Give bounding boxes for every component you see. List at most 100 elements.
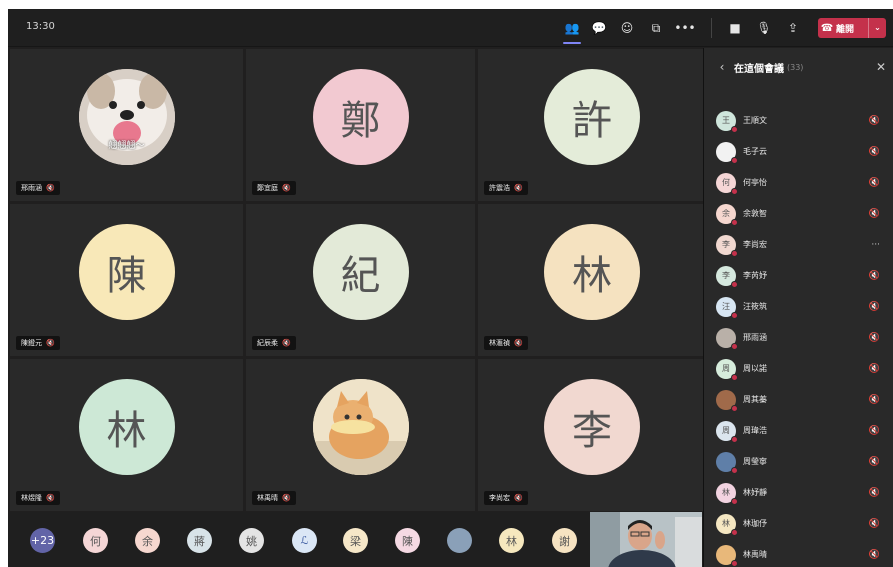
avatar-initial: 林: [506, 534, 517, 548]
share-screen-button[interactable]: ⇪: [782, 17, 804, 39]
presence-badge: [731, 218, 738, 226]
participant-name: 林煜隆: [21, 494, 42, 502]
participant-avatar[interactable]: ℒ: [292, 528, 317, 553]
back-icon[interactable]: ‹: [710, 60, 734, 74]
video-tile[interactable]: 紀紀辰柔 🔇: [246, 204, 475, 356]
more-button[interactable]: •••: [674, 17, 696, 39]
participant-avatar: 何: [716, 172, 738, 195]
participant-name-tag: 林滙禎 🔇: [484, 336, 528, 350]
participant-avatar[interactable]: 梁: [343, 528, 368, 553]
self-video-preview[interactable]: [590, 512, 702, 567]
participant-avatar[interactable]: 陳: [395, 528, 420, 553]
mic-off-icon: 🔇: [868, 270, 880, 281]
participant-name-tag: 許震浩 🔇: [484, 181, 528, 195]
participant-avatar: 林: [78, 379, 175, 475]
mic-off-icon: 🔇: [282, 339, 291, 347]
participant-row[interactable]: 王 王順文 🔇: [704, 105, 893, 136]
participant-avatar: [716, 389, 738, 412]
avatar-initial: 何: [722, 178, 730, 187]
participant-avatar: 陳: [78, 224, 175, 320]
overflow-count: +23: [30, 534, 55, 547]
participant-row[interactable]: 毛子云 🔇: [704, 136, 893, 167]
participant-avatar[interactable]: 姚: [239, 528, 264, 553]
participant-name: 林滙禎: [489, 339, 510, 347]
participant-avatar[interactable]: 謝: [552, 528, 577, 553]
video-tile[interactable]: 李李尚宏 🔇: [478, 359, 706, 511]
mic-off-icon: 🔇: [868, 115, 880, 126]
participant-avatar: [716, 141, 738, 164]
avatar-initial: 梁: [350, 534, 361, 548]
participant-avatar: [312, 379, 409, 475]
participant-row[interactable]: 李 李芮妤 🔇: [704, 260, 893, 291]
mic-off-icon: 🔇: [514, 339, 523, 347]
participant-row[interactable]: 林 林珈伃 🔇: [704, 508, 893, 539]
video-tile[interactable]: 許許震浩 🔇: [478, 49, 706, 201]
mic-off-icon: 🔇: [868, 177, 880, 188]
chevron-down-icon[interactable]: ⌄: [868, 18, 886, 38]
toolbar-divider: [711, 18, 712, 38]
presence-badge: [731, 435, 738, 443]
presence-badge: [731, 528, 738, 536]
presence-badge: [731, 466, 738, 474]
more-options-icon[interactable]: ···: [871, 240, 880, 250]
avatar-initial: 林: [722, 519, 730, 528]
avatar-initial: 汪: [722, 302, 730, 311]
participant-row[interactable]: 周 周以諾 🔇: [704, 353, 893, 384]
participant-name-tag: 紀辰柔 🔇: [252, 336, 296, 350]
camera-button[interactable]: ■: [724, 17, 746, 39]
share-screen-icon: ⇪: [787, 21, 799, 35]
video-tile[interactable]: 林林滙禎 🔇: [478, 204, 706, 356]
participant-avatar[interactable]: 蔣: [187, 528, 212, 553]
participant-row[interactable]: 李 李尚宏 ···: [704, 229, 893, 260]
video-tile[interactable]: 陳陳鐙元 🔇: [10, 204, 243, 356]
participant-row[interactable]: 何 何亭怡 🔇: [704, 167, 893, 198]
chat-button[interactable]: 💬: [588, 17, 610, 39]
more-participants-button[interactable]: +23: [30, 528, 55, 553]
people-icon: 👥: [564, 21, 580, 35]
avatar-initial: 李: [722, 271, 730, 280]
leave-button[interactable]: ☎ 離開 ⌄: [818, 18, 886, 38]
participant-avatar: [716, 544, 738, 567]
participant-row[interactable]: 林禹晴 🔇: [704, 539, 893, 567]
avatar-initial: 謝: [559, 534, 570, 548]
participant-name: 林妤靜: [743, 488, 767, 497]
participant-name-tag: 鄭宜庭 🔇: [252, 181, 296, 195]
video-tile[interactable]: 翹翹翹～ 邢雨涵 🔇: [10, 49, 243, 201]
participant-name: 毛子云: [743, 147, 767, 156]
mic-off-icon: 🔇: [868, 208, 880, 219]
chat-icon: 💬: [591, 21, 607, 35]
participant-row[interactable]: 周 周瑋浩 🔇: [704, 415, 893, 446]
participant-name: 林禹晴: [257, 494, 278, 502]
participant-avatar[interactable]: 何: [83, 528, 108, 553]
participant-avatar[interactable]: [447, 528, 472, 553]
participant-row[interactable]: 余 余敦智 🔇: [704, 198, 893, 229]
close-icon[interactable]: ✕: [876, 60, 886, 74]
mic-icon: 🎙: [756, 21, 772, 35]
mic-button[interactable]: 🎙: [753, 17, 775, 39]
participant-row[interactable]: 周其蓁 🔇: [704, 384, 893, 415]
participant-row[interactable]: 林 林妤靜 🔇: [704, 477, 893, 508]
video-tile[interactable]: 鄭鄭宜庭 🔇: [246, 49, 475, 201]
participant-avatar: 林: [716, 513, 738, 536]
participant-avatar: 李: [716, 234, 738, 257]
avatar-initial: 紀: [340, 253, 381, 299]
video-grid: 翹翹翹～ 邢雨涵 🔇 鄭鄭宜庭 🔇 許許震浩 🔇 陳陳鐙元 🔇 紀紀辰柔 🔇 林林滙禎 🔇 林林煜隆 🔇 林禹…: [10, 49, 706, 511]
participant-name: 李尚宏: [489, 494, 510, 502]
participant-name: 周以諾: [743, 364, 767, 373]
mic-off-icon: 🔇: [868, 332, 880, 343]
participant-avatar: 周: [716, 358, 738, 381]
participant-row[interactable]: 周瑩寧 🔇: [704, 446, 893, 477]
participant-row[interactable]: 邢雨涵 🔇: [704, 322, 893, 353]
video-tile[interactable]: 林禹晴 🔇: [246, 359, 475, 511]
share-tray-button[interactable]: ⧉: [645, 17, 667, 39]
participant-name: 王順文: [743, 116, 767, 125]
react-button[interactable]: ☺: [616, 17, 638, 39]
video-tile[interactable]: 林林煜隆 🔇: [10, 359, 243, 511]
mic-off-icon: 🔇: [868, 301, 880, 312]
participant-avatar[interactable]: 余: [135, 528, 160, 553]
mic-off-icon: 🔇: [514, 494, 523, 502]
participant-row[interactable]: 汪 汪筱筑 🔇: [704, 291, 893, 322]
participant-avatar[interactable]: 林: [499, 528, 524, 553]
mic-off-icon: 🔇: [868, 363, 880, 374]
people-button[interactable]: 👥: [561, 17, 583, 44]
